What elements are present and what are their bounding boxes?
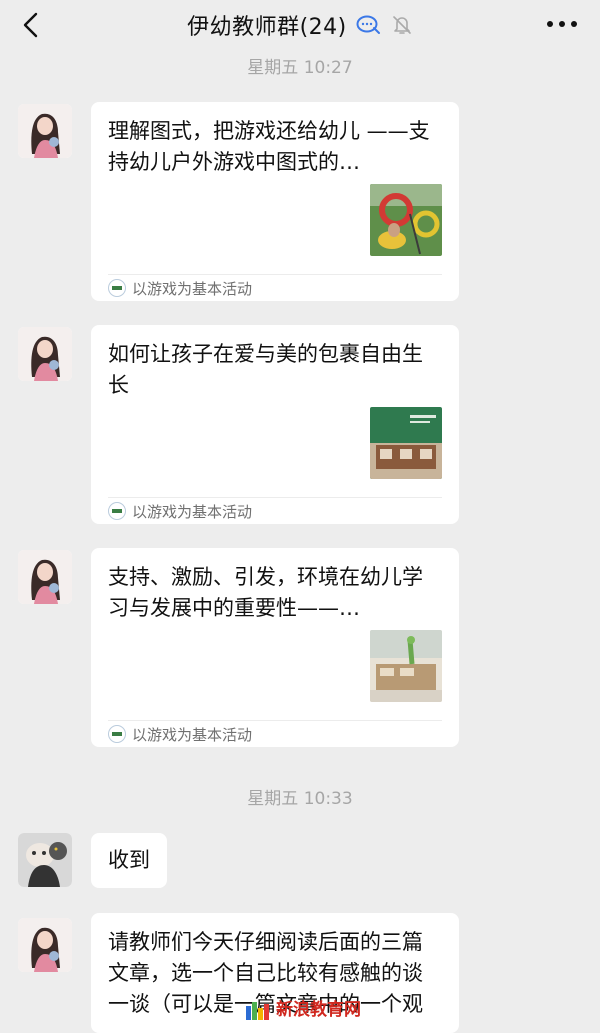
timestamp: 星期五 10:33 xyxy=(247,789,353,809)
article-title: 如何让孩子在爱与美的包裹自由生长 xyxy=(108,342,423,397)
timestamp: 星期五 10:27 xyxy=(247,58,353,78)
avatar[interactable] xyxy=(18,550,72,604)
watermark: 新浪教育网 xyxy=(244,995,361,1025)
avatar-girl-image xyxy=(18,918,72,972)
card-divider xyxy=(108,274,442,275)
article-title: 支持、激励、引发，环境在幼儿学习与发展中的重要性——… xyxy=(108,565,423,620)
card-divider xyxy=(108,720,442,721)
article-source: 以游戏为基本活动 xyxy=(108,501,252,523)
more-dots-icon xyxy=(547,21,577,27)
article-thumbnail xyxy=(370,184,442,256)
article-source: 以游戏为基本活动 xyxy=(108,278,252,300)
chat-title-wrap: 伊幼教师群(24) xyxy=(0,9,600,41)
source-logo-icon xyxy=(108,725,126,743)
avatar[interactable] xyxy=(18,327,72,381)
source-logo-icon xyxy=(108,279,126,297)
group-chat-status-icon xyxy=(356,15,380,34)
article-card[interactable]: 理解图式，把游戏还给幼儿 ——支持幼儿户外游戏中图式的… 以游戏为基本活动 xyxy=(91,102,459,301)
avatar-cartoon-image xyxy=(18,833,72,887)
message-bubble[interactable]: 收到 xyxy=(91,833,167,888)
chat-header: 伊幼教师群(24) xyxy=(0,0,600,50)
article-thumbnail xyxy=(370,407,442,479)
article-source: 以游戏为基本活动 xyxy=(108,724,252,746)
article-thumbnail xyxy=(370,630,442,702)
avatar-girl-image xyxy=(18,550,72,604)
mute-bell-icon xyxy=(393,16,411,34)
article-title: 理解图式，把游戏还给幼儿 ——支持幼儿户外游戏中图式的… xyxy=(108,119,430,174)
source-logo-icon xyxy=(108,502,126,520)
chat-title[interactable]: 伊幼教师群(24) xyxy=(187,9,347,41)
card-divider xyxy=(108,497,442,498)
watermark-logo-icon xyxy=(246,1002,269,1020)
article-card[interactable]: 如何让孩子在爱与美的包裹自由生长 以游戏为基本活动 xyxy=(91,325,459,524)
article-card[interactable]: 支持、激励、引发，环境在幼儿学习与发展中的重要性——… 以游戏为基本活动 xyxy=(91,548,459,747)
avatar[interactable] xyxy=(18,918,72,972)
avatar[interactable] xyxy=(18,833,72,887)
avatar[interactable] xyxy=(18,104,72,158)
avatar-girl-image xyxy=(18,327,72,381)
avatar-girl-image xyxy=(18,104,72,158)
more-button[interactable] xyxy=(542,12,582,36)
